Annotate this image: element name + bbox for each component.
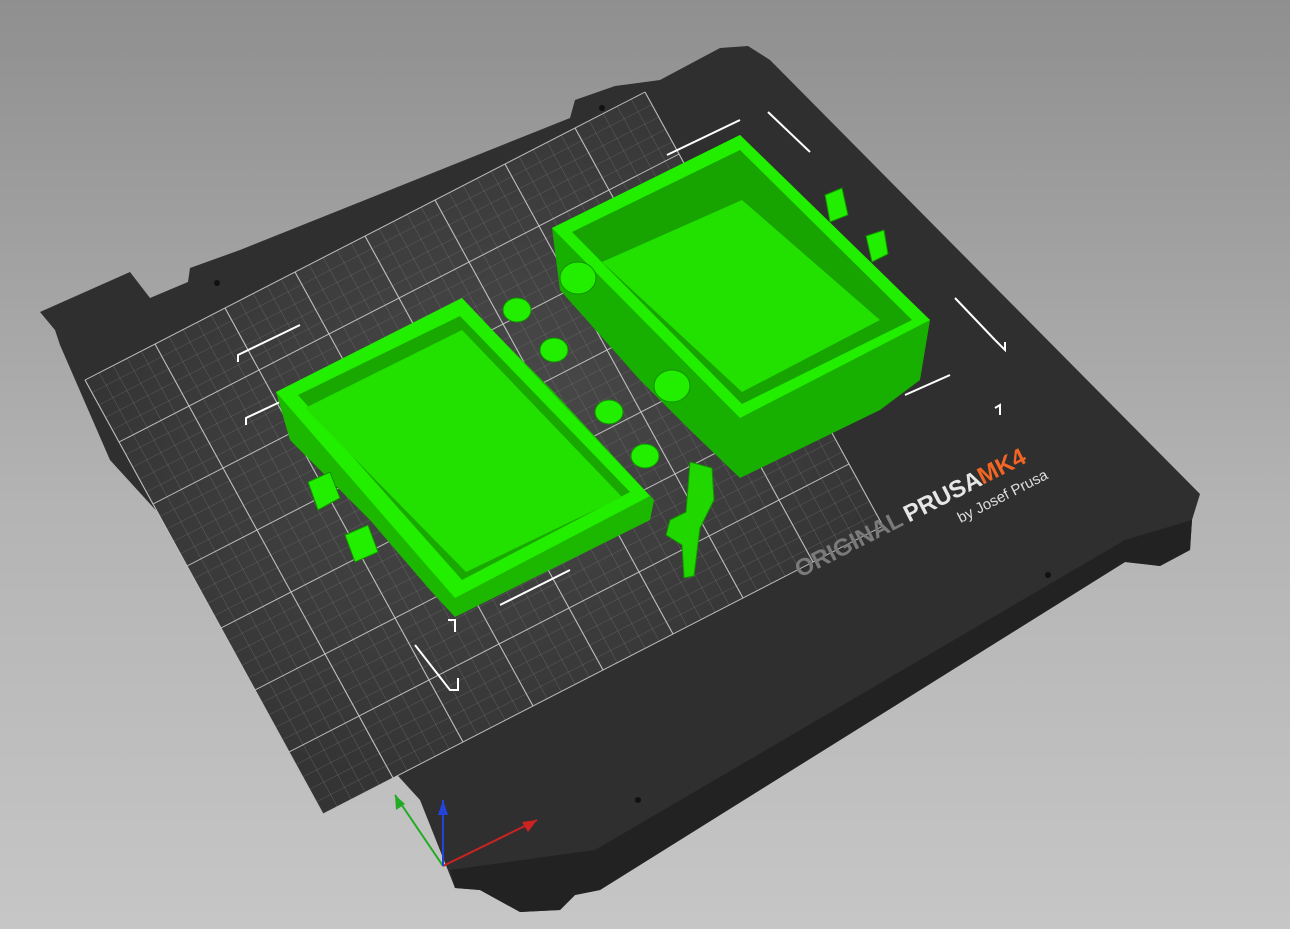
bed-hole	[1045, 572, 1051, 578]
bed-hole	[214, 280, 220, 286]
bed-hole	[599, 105, 605, 111]
plater-scene[interactable]: ORIGINAL PRUSA MK4 by Josef Prusa	[0, 0, 1290, 929]
3d-viewport[interactable]: ORIGINAL PRUSA MK4 by Josef Prusa	[0, 0, 1290, 929]
bed-hole	[635, 797, 641, 803]
